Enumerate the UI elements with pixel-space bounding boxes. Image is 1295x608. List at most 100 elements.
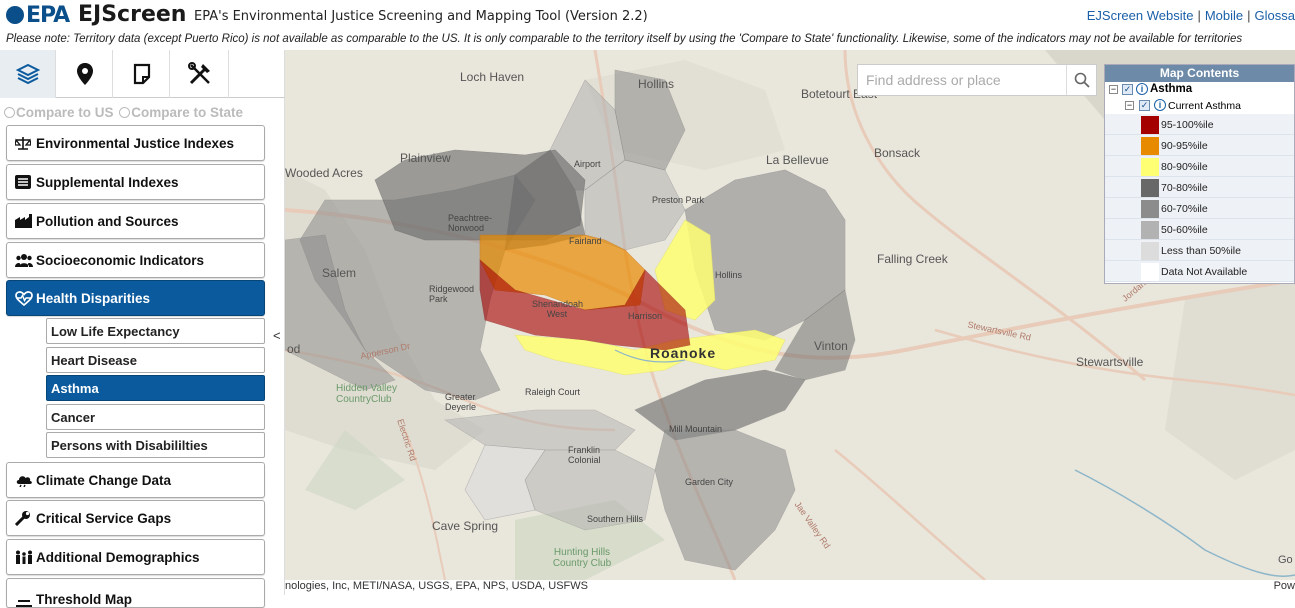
info-icon[interactable]: i — [1154, 99, 1166, 111]
collapse-toggle-icon[interactable]: − — [1109, 85, 1118, 94]
map-label: Raleigh Court — [525, 387, 581, 397]
map-label: Hollins — [715, 270, 743, 280]
family-icon — [15, 550, 33, 564]
people-icon — [15, 253, 33, 267]
legend-item-label: 50-60%ile — [1161, 224, 1208, 236]
powered-by[interactable]: Pow — [1274, 580, 1295, 592]
search-input[interactable] — [858, 65, 1066, 95]
layers-icon — [15, 63, 40, 85]
legend-title: Map Contents — [1105, 65, 1294, 82]
tools-icon — [187, 62, 210, 85]
legend-item-label: Less than 50%ile — [1161, 245, 1241, 257]
tab-places[interactable] — [57, 50, 113, 98]
link-glossary[interactable]: Glossa — [1255, 8, 1295, 23]
sublayer-checkbox[interactable]: ✓ — [1139, 100, 1150, 111]
legend-swatch — [1141, 221, 1159, 239]
collapse-toggle-icon[interactable]: − — [1125, 101, 1134, 110]
compare-us-radio[interactable]: Compare to US — [4, 105, 114, 120]
menu-supplemental-indexes[interactable]: Supplemental Indexes — [6, 164, 265, 200]
menu-health-disparities[interactable]: Health Disparities — [6, 280, 265, 316]
notes-icon — [133, 63, 150, 85]
map-label: Shenandoah West — [532, 299, 584, 319]
map-label: Hollins — [638, 77, 675, 91]
map-label: Franklin Colonial — [568, 445, 601, 465]
map-label: Preston Park — [652, 195, 705, 205]
map-label: Harrison — [628, 311, 663, 321]
legend-item-label: 80-90%ile — [1161, 161, 1208, 173]
search-icon — [1074, 72, 1090, 88]
map-label: Cave Spring — [432, 519, 499, 533]
top-links: EJScreen Website | Mobile | Glossa — [1086, 8, 1295, 23]
submenu-cancer[interactable]: Cancer — [46, 404, 265, 430]
legend-swatch — [1141, 116, 1159, 134]
tab-notes[interactable] — [114, 50, 170, 98]
legend-item: 70-80%ile — [1105, 177, 1294, 198]
legend-swatch — [1141, 200, 1159, 218]
submenu-asthma[interactable]: Asthma — [46, 375, 265, 401]
map-label: Greater Deyerle — [445, 392, 477, 412]
link-ejscreen-website[interactable]: EJScreen Website — [1087, 8, 1194, 23]
tab-layers[interactable] — [0, 50, 56, 98]
map-label: Ridgewood Park — [429, 284, 475, 304]
submenu-persons-with-disabilities[interactable]: Persons with Disabililties — [46, 432, 265, 458]
search-button[interactable] — [1066, 65, 1096, 95]
map-attribution: nologies, Inc, METI/NASA, USGS, EPA, NPS… — [285, 580, 1295, 595]
menu-additional-demographics[interactable]: Additional Demographics — [6, 539, 265, 575]
menu-environmental-justice-indexes[interactable]: Environmental Justice Indexes — [6, 125, 265, 161]
legend-item: 80-90%ile — [1105, 156, 1294, 177]
menu-socioeconomic-indicators[interactable]: Socioeconomic Indicators — [6, 242, 265, 278]
map-label: La Bellevue — [766, 153, 829, 167]
compare-radios: Compare to US Compare to State — [4, 105, 243, 120]
menu-climate-change-data[interactable]: Climate Change Data — [6, 462, 265, 498]
map-label: Peachtree-Norwood — [448, 213, 493, 233]
map-label: Garden City — [685, 477, 734, 487]
map-label-roanoke: Roanoke — [650, 345, 717, 361]
map-contents-legend: Map Contents − ✓ i Asthma − ✓ i Current … — [1104, 64, 1295, 284]
legend-sublayer-name: Current Asthma — [1168, 100, 1241, 112]
menu-pollution-and-sources[interactable]: Pollution and Sources — [6, 203, 265, 239]
map-label: Falling Creek — [877, 252, 948, 266]
info-icon[interactable]: i — [1136, 83, 1148, 95]
legend-sublayer-row: − ✓ i Current Asthma — [1105, 98, 1294, 114]
sidebar: Compare to US Compare to State Environme… — [0, 50, 285, 608]
legend-swatch — [1141, 263, 1159, 281]
map-label: Salem — [322, 266, 357, 280]
layer-checkbox[interactable]: ✓ — [1122, 84, 1133, 95]
legend-layer-row: − ✓ i Asthma — [1105, 82, 1294, 98]
app-subtitle: EPA's Environmental Justice Screening an… — [194, 9, 648, 24]
map-label: Wooded Acres — [285, 166, 363, 180]
map-label: Stewartsville — [1076, 355, 1144, 369]
link-mobile[interactable]: Mobile — [1205, 8, 1243, 23]
submenu-heart-disease[interactable]: Heart Disease — [46, 347, 265, 373]
epa-logo[interactable]: EPA — [6, 3, 70, 28]
heartbeat-icon — [15, 290, 33, 306]
wrench-icon — [15, 510, 33, 526]
collapse-sidebar-button[interactable]: < — [273, 328, 281, 343]
tab-tools[interactable] — [171, 50, 229, 98]
legend-item: Less than 50%ile — [1105, 240, 1294, 261]
list-icon — [15, 175, 33, 189]
legend-item: Data Not Available — [1105, 261, 1294, 282]
app-header: EPA EJScreen EPA's Environmental Justice… — [0, 0, 1295, 32]
territory-notice: Please note: Territory data (except Puer… — [6, 33, 1243, 45]
legend-item: 60-70%ile — [1105, 198, 1294, 219]
legend-item-label: 90-95%ile — [1161, 140, 1208, 152]
map-label: Plainview — [400, 151, 451, 165]
legend-item-label: 60-70%ile — [1161, 203, 1208, 215]
legend-layer-name: Asthma — [1150, 83, 1193, 95]
threshold-icon — [15, 597, 33, 607]
map-label: Loch Haven — [460, 70, 525, 84]
menu-threshold-map[interactable]: Threshold Map — [6, 578, 265, 608]
compare-state-radio[interactable]: Compare to State — [119, 105, 243, 120]
legend-swatch — [1141, 179, 1159, 197]
attribution-text: nologies, Inc, METI/NASA, USGS, EPA, NPS… — [285, 580, 588, 592]
submenu-low-life-expectancy[interactable]: Low Life Expectancy — [46, 318, 265, 344]
map-label: Fairland — [569, 236, 602, 246]
legend-item: 95-100%ile — [1105, 114, 1294, 135]
legend-item: 50-60%ile — [1105, 219, 1294, 240]
location-pin-icon — [76, 63, 93, 85]
menu-critical-service-gaps[interactable]: Critical Service Gaps — [6, 500, 265, 536]
factory-icon — [15, 214, 33, 228]
legend-item: 90-95%ile — [1105, 135, 1294, 156]
cloud-icon — [15, 473, 33, 487]
